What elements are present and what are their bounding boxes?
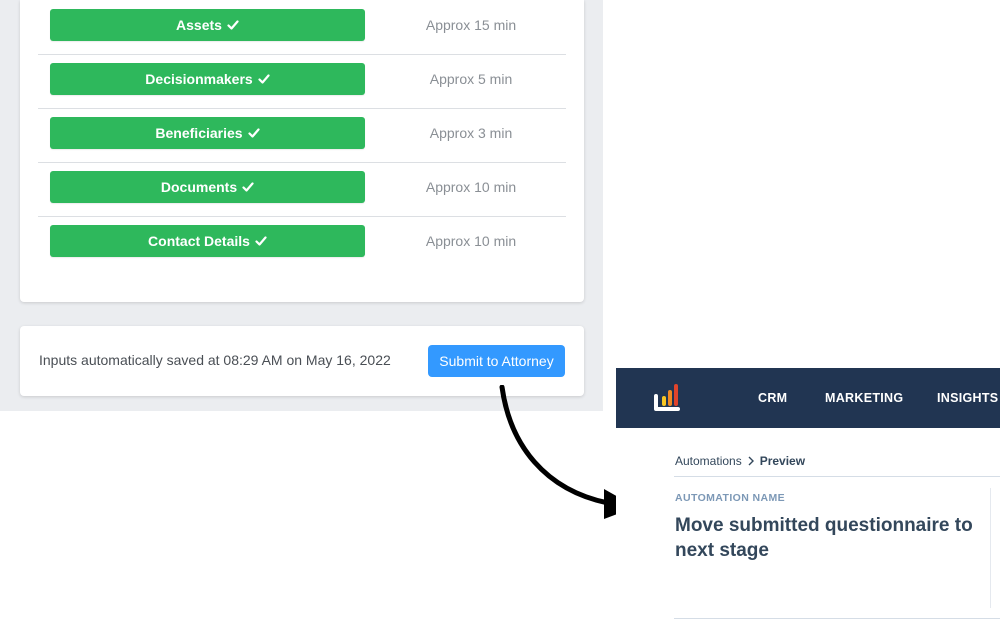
section-row: Beneficiaries Approx 3 min — [38, 108, 566, 163]
time-estimate: Approx 5 min — [429, 71, 513, 87]
divider — [674, 476, 1000, 477]
automation-name: Move submitted questionnaire to next sta… — [675, 515, 973, 561]
breadcrumb-automations-link[interactable]: Automations — [675, 454, 742, 468]
divider — [990, 488, 991, 608]
section-button-documents[interactable]: Documents — [50, 171, 365, 203]
section-button-beneficiaries[interactable]: Beneficiaries — [50, 117, 365, 149]
autosave-status: Inputs automatically saved at 08:29 AM o… — [39, 352, 391, 368]
nav-marketing[interactable]: MARKETING — [825, 368, 903, 428]
submit-to-attorney-button[interactable]: Submit to Attorney — [428, 345, 565, 377]
breadcrumb: Automations Preview — [675, 454, 805, 468]
section-row: Documents Approx 10 min — [38, 162, 566, 217]
section-row: Assets Approx 15 min — [38, 0, 566, 55]
crm-panel: CRM MARKETING INSIGHTS Automations Previ… — [616, 368, 1000, 626]
check-icon — [255, 236, 267, 246]
check-icon — [247, 128, 260, 138]
section-button-assets[interactable]: Assets — [50, 9, 365, 41]
section-label: Decisionmakers — [145, 71, 253, 87]
breadcrumb-current: Preview — [759, 454, 806, 468]
time-estimate: Approx 10 min — [425, 179, 517, 195]
check-icon — [258, 74, 270, 84]
time-estimate: Approx 10 min — [425, 233, 517, 249]
section-row: Decisionmakers Approx 5 min — [38, 54, 566, 109]
section-button-contact-details[interactable]: Contact Details — [50, 225, 365, 257]
chevron-right-icon — [748, 456, 754, 466]
section-label: Beneficiaries — [155, 125, 243, 141]
nav-insights[interactable]: INSIGHTS — [937, 368, 998, 428]
section-button-decisionmakers[interactable]: Decisionmakers — [50, 63, 365, 95]
app-logo-icon[interactable] — [652, 381, 686, 413]
section-label: Assets — [176, 17, 222, 33]
section-label: Contact Details — [148, 233, 250, 249]
time-estimate: Approx 3 min — [429, 125, 513, 141]
nav-crm[interactable]: CRM — [758, 368, 787, 428]
section-label: Documents — [160, 179, 238, 195]
time-estimate: Approx 15 min — [425, 17, 517, 33]
automation-name-label: AUTOMATION NAME — [675, 492, 786, 504]
divider — [674, 618, 1000, 619]
section-row: Contact Details Approx 10 min — [38, 216, 566, 270]
top-nav: CRM MARKETING INSIGHTS — [616, 368, 1000, 428]
questionnaire-panel: Assets Approx 15 min Decisionmakers Appr… — [0, 0, 603, 411]
check-icon — [227, 20, 239, 30]
sections-card: Assets Approx 15 min Decisionmakers Appr… — [20, 0, 584, 302]
check-icon — [242, 182, 254, 192]
